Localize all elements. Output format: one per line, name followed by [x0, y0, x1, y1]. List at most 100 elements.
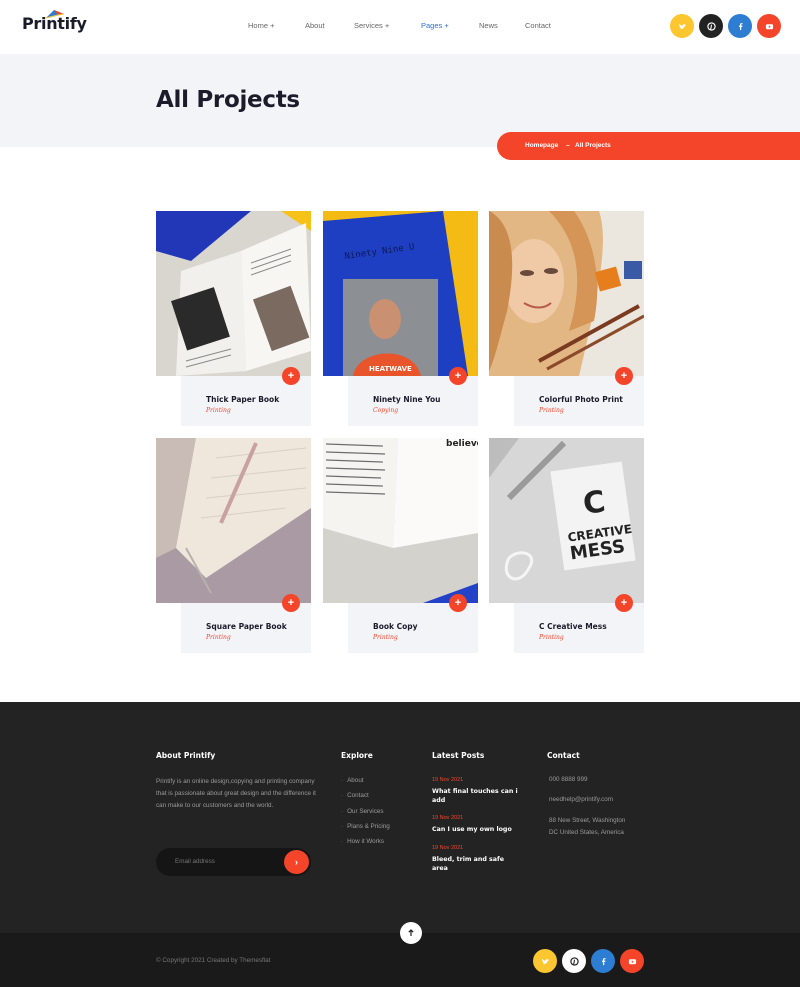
project-open-button[interactable]: + [449, 594, 467, 612]
breadcrumb-home-link[interactable]: Homepage [525, 142, 558, 149]
post-date: 19 Nov 2021 [432, 777, 464, 783]
facebook-icon [601, 957, 605, 965]
footer-about-text: Printify is an online design,copying and… [156, 778, 316, 810]
bullet-icon: · [341, 838, 344, 845]
project-card[interactable]: Square Paper Book Printing + [156, 438, 311, 653]
post-title[interactable]: Bleed, trim and safe area [432, 855, 522, 873]
project-open-button[interactable]: + [282, 594, 300, 612]
project-title[interactable]: Ninety Nine You [373, 395, 440, 404]
twitter-icon [541, 958, 549, 964]
post-date: 19 Nov 2021 [432, 845, 464, 851]
twitter-button[interactable] [670, 14, 694, 38]
footer-link-label[interactable]: How it Works [347, 838, 384, 845]
footer-link-label[interactable]: Plans & Pricing [347, 823, 390, 830]
youtube-icon [765, 23, 773, 29]
facebook-button[interactable] [591, 949, 615, 973]
project-card[interactable]: C CREATIVE MESS C Creative Mess Printing… [489, 438, 644, 653]
contact-address-line2: DC United States, America [549, 829, 624, 836]
post-date: 19 Nov 2021 [432, 815, 464, 821]
nav-home[interactable]: Home + [248, 21, 274, 30]
plus-icon: + [287, 596, 295, 609]
post-title[interactable]: What final touches can i add [432, 787, 522, 805]
bullet-icon: · [341, 777, 344, 784]
footer-link-about[interactable]: · About [341, 777, 364, 784]
project-title[interactable]: C Creative Mess [539, 622, 607, 631]
project-open-button[interactable]: + [615, 367, 633, 385]
project-title[interactable]: Book Copy [373, 622, 418, 631]
contact-phone[interactable]: 000 8888 999 [549, 776, 588, 783]
project-image-book-copy[interactable]: believe relatio or wo healt [323, 438, 478, 603]
site-header: Printify Home + About Services + Pages +… [0, 0, 800, 54]
project-card[interactable]: Colorful Photo Print Printing + [489, 211, 644, 426]
project-image-square-paper-book[interactable] [156, 438, 311, 603]
project-image-thick-paper-book[interactable] [156, 211, 311, 376]
footer-explore-heading: Explore [341, 751, 373, 760]
scroll-to-top-button[interactable] [400, 922, 422, 944]
youtube-button[interactable] [757, 14, 781, 38]
contact-email[interactable]: needhelp@printify.com [549, 796, 613, 803]
project-category[interactable]: Printing [206, 407, 231, 414]
quote-text: believe relatio or wo healt [446, 439, 478, 449]
bullet-icon: · [341, 792, 344, 799]
project-title[interactable]: Square Paper Book [206, 622, 287, 631]
project-open-button[interactable]: + [615, 594, 633, 612]
pinterest-icon [569, 956, 579, 966]
page-title: All Projects [156, 87, 300, 113]
footer-about-heading: About Printify [156, 751, 216, 760]
twitter-icon [678, 23, 686, 29]
nav-pages[interactable]: Pages + [421, 21, 449, 30]
bullet-icon: · [341, 823, 344, 830]
project-title[interactable]: Thick Paper Book [206, 395, 279, 404]
pinterest-icon [706, 21, 716, 31]
footer-link-label[interactable]: About [347, 777, 363, 784]
facebook-icon [738, 22, 742, 30]
youtube-icon [628, 958, 636, 964]
project-card[interactable]: believe relatio or wo healt Book Copy Pr… [323, 438, 478, 653]
shirt-text: HEATWAVE [369, 365, 412, 373]
bullet-icon: · [341, 808, 344, 815]
nav-contact[interactable]: Contact [525, 21, 551, 30]
nav-services[interactable]: Services + [354, 21, 389, 30]
site-footer [0, 702, 800, 933]
project-image-c-creative-mess[interactable]: C CREATIVE MESS [489, 438, 644, 603]
project-open-button[interactable]: + [282, 367, 300, 385]
chevron-right-icon: › [295, 857, 298, 867]
breadcrumb-current: All Projects [575, 142, 611, 149]
breadcrumb-separator: – [566, 142, 570, 149]
project-category[interactable]: Printing [373, 634, 398, 641]
pinterest-button[interactable] [562, 949, 586, 973]
youtube-button[interactable] [620, 949, 644, 973]
footer-link-label[interactable]: Contact [347, 792, 369, 799]
plus-icon: + [454, 596, 462, 609]
footer-link-plans-pricing[interactable]: · Plans & Pricing [341, 823, 390, 830]
project-image-colorful-photo-print[interactable] [489, 211, 644, 376]
project-card[interactable]: Ninety Nine U HEATWAVE Ninety Nine You C… [323, 211, 478, 426]
project-card[interactable]: Thick Paper Book Printing + [156, 211, 311, 426]
footer-link-contact[interactable]: · Contact [341, 792, 369, 799]
project-category[interactable]: Printing [206, 634, 231, 641]
copyright-text: © Copyright 2021 Created by Themesflat [156, 957, 271, 964]
project-image-ninety-nine-you[interactable]: Ninety Nine U HEATWAVE [323, 211, 478, 376]
project-category[interactable]: Copying [373, 407, 398, 414]
contact-address-line1: 88 New Street, Washington [549, 817, 626, 824]
plus-icon: + [287, 369, 295, 382]
email-input[interactable] [175, 858, 275, 865]
nav-news[interactable]: News [479, 21, 498, 30]
plus-icon: + [620, 596, 628, 609]
footer-link-label[interactable]: Our Services [347, 808, 383, 815]
subscribe-button[interactable]: › [284, 850, 309, 874]
twitter-button[interactable] [533, 949, 557, 973]
arrow-up-icon [408, 929, 414, 936]
pinterest-button[interactable] [699, 14, 723, 38]
project-category[interactable]: Printing [539, 634, 564, 641]
project-title[interactable]: Colorful Photo Print [539, 395, 623, 404]
footer-contact-heading: Contact [547, 751, 580, 760]
project-category[interactable]: Printing [539, 407, 564, 414]
plus-icon: + [454, 369, 462, 382]
nav-about[interactable]: About [305, 21, 325, 30]
facebook-button[interactable] [728, 14, 752, 38]
post-title[interactable]: Can I use my own logo [432, 825, 522, 834]
footer-link-how-it-works[interactable]: · How it Works [341, 838, 384, 845]
project-open-button[interactable]: + [449, 367, 467, 385]
footer-link-our-services[interactable]: · Our Services [341, 808, 384, 815]
